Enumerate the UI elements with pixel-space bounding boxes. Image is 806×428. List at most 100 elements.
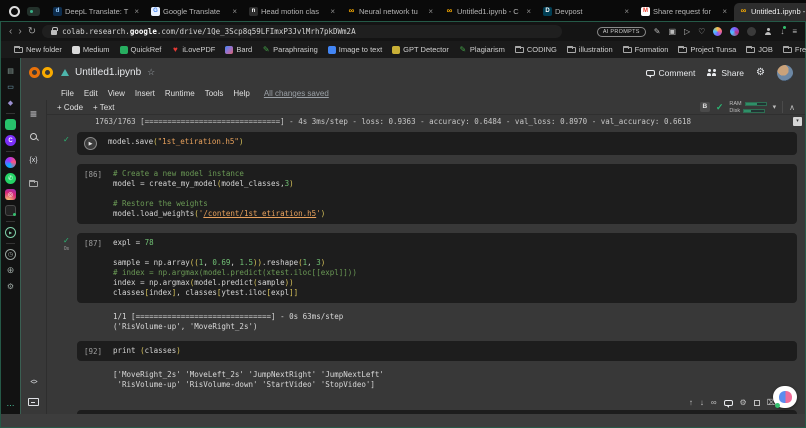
bookmark-item[interactable]: New folder [11, 45, 65, 54]
tab-close-icon[interactable]: × [232, 7, 237, 16]
purple-app-icon[interactable] [5, 135, 16, 146]
whatsapp-icon[interactable] [5, 173, 16, 184]
notebook-scroll[interactable]: ▾ 1763/1763 [===========================… [47, 115, 805, 414]
bookmark-heart-icon[interactable]: ♡ [698, 27, 705, 36]
add-code-button[interactable]: + Code [57, 103, 83, 112]
save-status-link[interactable]: All changes saved [264, 89, 329, 98]
tab-close-icon[interactable]: × [134, 7, 139, 16]
bookmark-item[interactable]: Formation [620, 45, 672, 54]
code-cell[interactable]: [92] print (classes) [77, 341, 797, 361]
workspace-icon[interactable] [27, 7, 40, 16]
back-icon[interactable]: ‹ [9, 26, 12, 37]
scroll-indicator[interactable]: ▾ [793, 117, 802, 126]
extension-icon[interactable] [713, 27, 723, 36]
bookmark-item[interactable]: illustration [564, 45, 616, 54]
bookmark-item[interactable]: GPT Detector [389, 45, 452, 54]
ai-prompts-button[interactable]: AI PROMPTS [596, 26, 646, 37]
colab-logo-icon[interactable] [29, 66, 53, 79]
address-input[interactable]: colab.research.google.com/drive/1Qe_3Scp… [42, 25, 563, 38]
notebook-title[interactable]: Untitled1.ipynb [75, 67, 141, 78]
browser-tab-active[interactable]: ∞ Untitled1.ipynb - C × [734, 2, 806, 21]
table-of-contents-icon[interactable] [27, 108, 41, 120]
bookmark-item[interactable]: Bard [222, 45, 255, 54]
code-cell-focused[interactable]: ▶ if classes[index]== 'MoveRight_2s': r=… [77, 410, 797, 414]
find-icon[interactable] [27, 131, 41, 143]
comment-button[interactable]: Comment [645, 68, 695, 78]
code-cell[interactable]: ✓ 0s [87] expl = 78 sample = np.array((1,… [63, 233, 797, 303]
sidebar-more-icon[interactable]: ⋯ [7, 401, 15, 410]
settings-icon[interactable] [5, 281, 16, 292]
tab-close-icon[interactable]: × [526, 7, 531, 16]
edit-icon[interactable]: ✎ [654, 27, 661, 36]
bookmark-item[interactable]: Image to text [325, 45, 385, 54]
green-app-icon[interactable] [5, 119, 16, 130]
browser-tab[interactable]: ∞ Untitled1.ipynb - C × [440, 3, 536, 21]
tab-close-icon[interactable]: × [624, 7, 629, 16]
tab-close-icon[interactable]: × [428, 7, 433, 16]
bookmark-item[interactable]: Freelance [780, 45, 806, 54]
menu-view[interactable]: View [108, 89, 125, 98]
extension-icon[interactable] [747, 27, 757, 36]
variables-icon[interactable]: {x} [27, 154, 41, 166]
downloads-icon[interactable]: ↓ [780, 26, 787, 36]
history-icon[interactable] [5, 249, 16, 260]
tab-close-icon[interactable]: × [722, 7, 727, 16]
cell-code[interactable]: model.save("1st_etiration.h5") [108, 137, 789, 150]
cell-settings-icon[interactable]: ⚙ [740, 399, 747, 407]
tab-close-icon[interactable]: × [330, 7, 335, 16]
share-button[interactable]: Share [707, 68, 744, 78]
chat-app-icon[interactable] [5, 81, 16, 92]
resource-meter[interactable]: RAM Disk [729, 101, 767, 114]
cell-code[interactable]: # Create a new model instance model = cr… [113, 169, 789, 219]
screenshare-app-icon[interactable] [5, 205, 16, 216]
player-icon[interactable] [5, 227, 16, 238]
browser-tab[interactable]: M Share request for × [636, 3, 732, 21]
browser-tab[interactable]: D Devpost × [538, 3, 634, 21]
add-text-button[interactable]: + Text [93, 103, 114, 112]
menu-help[interactable]: Help [233, 89, 249, 98]
messenger-icon[interactable] [5, 157, 16, 168]
avatar[interactable] [777, 64, 793, 81]
menu-tools[interactable]: Tools [205, 89, 224, 98]
extension-icon[interactable] [730, 27, 740, 36]
opera-logo-icon[interactable] [9, 6, 20, 17]
run-cell-button[interactable]: ▶ [84, 137, 97, 150]
move-cell-up-icon[interactable]: ↑ [689, 399, 693, 407]
browser-tab[interactable]: ∞ Neural network tu × [342, 3, 438, 21]
bookmark-item[interactable]: Medium [69, 45, 113, 54]
code-cell[interactable]: [86] # Create a new model instance model… [77, 164, 797, 224]
add-comment-icon[interactable] [723, 400, 733, 408]
move-cell-down-icon[interactable]: ↓ [700, 399, 704, 407]
menu-insert[interactable]: Insert [135, 89, 155, 98]
mirror-cell-icon[interactable] [753, 400, 760, 406]
bookmark-item[interactable]: ♥ iLovePDF [168, 45, 218, 54]
send-icon[interactable]: ▷ [684, 27, 690, 36]
terminal-icon[interactable] [27, 396, 41, 408]
game-app-icon[interactable] [5, 97, 16, 108]
code-snippets-icon[interactable]: <> [27, 376, 41, 388]
menu-edit[interactable]: Edit [84, 89, 98, 98]
star-icon[interactable]: ☆ [147, 67, 155, 78]
bookmark-item[interactable]: CODING [512, 45, 560, 54]
workspace-app-icon[interactable] [5, 65, 16, 76]
bookmark-item[interactable]: JOB [743, 45, 776, 54]
lock-icon[interactable] [51, 27, 59, 35]
bookmark-item[interactable]: ✎ Paraphrasing [259, 45, 321, 54]
bookmark-item[interactable]: ✎ Plagiarism [456, 45, 508, 54]
bookmark-item[interactable]: QuickRef [117, 45, 165, 54]
browser-tab[interactable]: n Head motion clas × [244, 3, 340, 21]
menu-file[interactable]: File [61, 89, 74, 98]
files-icon[interactable] [27, 177, 41, 189]
collapse-icon[interactable]: ∧ [789, 103, 795, 112]
forward-icon[interactable]: › [18, 26, 21, 37]
assistant-extension-button[interactable] [773, 386, 797, 408]
profile-icon[interactable] [764, 27, 772, 36]
web-icon[interactable] [5, 265, 16, 276]
reload-icon[interactable]: ↻ [28, 26, 36, 37]
browser-tab[interactable]: G Google Translate × [146, 3, 242, 21]
editor-badge[interactable]: B [699, 102, 710, 112]
resources-dropdown-icon[interactable]: ▾ [773, 103, 777, 111]
bookmark-item[interactable]: Project Tunsa [675, 45, 739, 54]
code-cell[interactable]: ✓ ▶ model.save("1st_etiration.h5") [63, 132, 797, 155]
gear-icon[interactable]: ⚙ [756, 67, 765, 78]
